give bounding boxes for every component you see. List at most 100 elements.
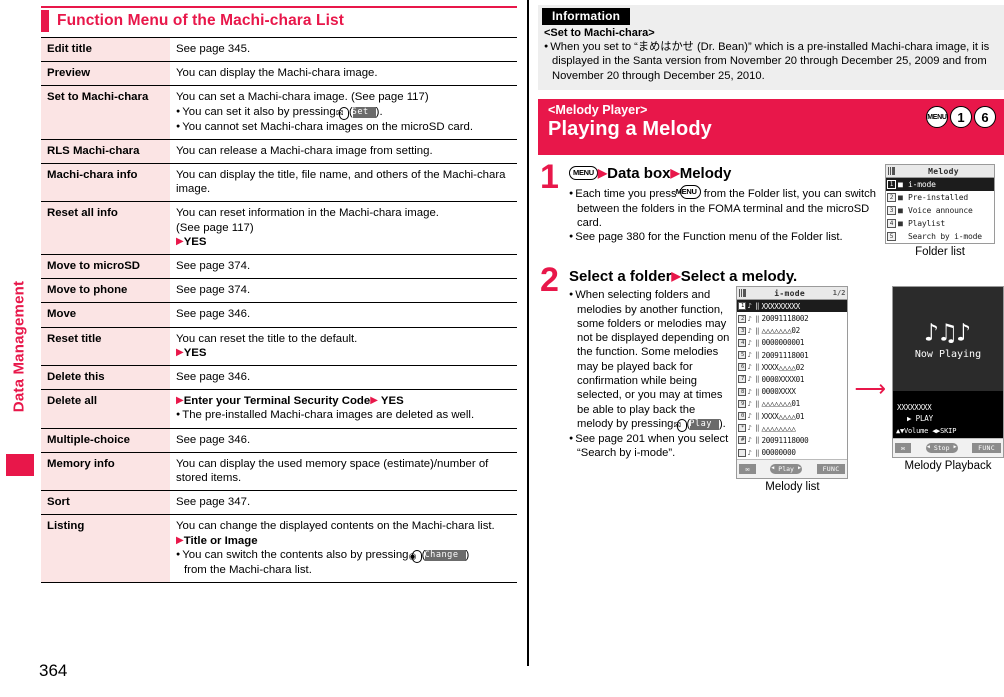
- melody-icon: ♪ ‖: [747, 314, 760, 323]
- item-index: 3: [887, 206, 896, 216]
- function-description-cell: You can release a Machi-chara image from…: [170, 138, 517, 164]
- description-text: See page 345.: [176, 43, 251, 55]
- melody-list-item[interactable]: 4 ♪ ‖ 0000000001: [737, 337, 847, 349]
- topic-banner: <Melody Player> Playing a Melody MENU 1 …: [538, 99, 1004, 156]
- stop-softkey[interactable]: Stop: [925, 443, 958, 454]
- function-name-cell: Delete all: [41, 389, 170, 429]
- description-step: ▶Title or Image: [176, 534, 511, 548]
- softkey-chip: Set: [352, 106, 376, 118]
- table-row: Edit title See page 345.: [41, 36, 517, 62]
- table-row: Reset all info You can reset information …: [41, 201, 517, 255]
- melody-list-item[interactable]: 1 ♪ ‖ XXXXXXXXX: [737, 300, 848, 313]
- melody-list-item[interactable]: 2 ♪ ‖ 20091118002: [737, 312, 847, 324]
- description-text: You can reset the title to the default.: [176, 332, 358, 345]
- menu-key-inline-icon: MENU: [569, 166, 598, 181]
- menu-key-icon: MENU: [926, 106, 948, 129]
- melody-icon: ♪ ‖: [747, 424, 760, 433]
- section-header: Function Menu of the Machi-chara List: [41, 6, 517, 33]
- side-tab-label: Data Management: [10, 280, 28, 413]
- item-index: 7: [738, 375, 747, 384]
- play-softkey[interactable]: Play: [770, 463, 802, 474]
- melody-item-label: 20091118000: [761, 435, 809, 445]
- step-2-number: 2: [540, 261, 559, 300]
- folder-item-label: Search by i-mode: [908, 232, 982, 242]
- folder-list-item[interactable]: 4 ■ Playlist: [886, 217, 994, 230]
- arrow-icon: ▶: [671, 269, 681, 284]
- signal-icon: [739, 289, 747, 298]
- func-softkey[interactable]: FUNC: [816, 463, 846, 474]
- melody-list-item[interactable]: ♪ ‖ 00000000: [737, 446, 847, 458]
- item-index: 0: [738, 412, 747, 420]
- description-bullet: You cannot set Machi-chara images on the…: [176, 120, 511, 134]
- function-name-cell: Delete this: [41, 365, 170, 390]
- mail-key-icon: ✉: [674, 418, 687, 432]
- melody-list-item[interactable]: 8 ♪ ‖ 0000XXXX: [737, 386, 847, 398]
- function-name-cell: Machi-chara info: [41, 163, 170, 202]
- melody-list-item[interactable]: # ♪ ‖ 20091118000: [737, 434, 847, 446]
- function-description-cell: See page 346.: [170, 427, 517, 453]
- melody-playback-screen: ♪♫♪ Now Playing XXXXXXXX ▶ PLAY ▲▼Volume…: [892, 286, 1004, 459]
- music-notes-icon: ♪♫♪: [923, 317, 973, 347]
- function-name-cell: Preview: [41, 61, 170, 86]
- playback-artwork: ♪♫♪ Now Playing: [893, 287, 1003, 392]
- table-row: Preview You can display the Machi-chara i…: [41, 61, 517, 86]
- step-2-bullet-1-text: When selecting folders and melodies by a…: [575, 289, 730, 430]
- step-2-figures: i-mode 1/2 1 ♪ ‖ XXXXXXXXX 2 ♪ ‖ 20091118002 3…: [736, 286, 1004, 493]
- func-softkey[interactable]: FUNC: [972, 443, 1001, 454]
- item-index: *: [738, 424, 747, 433]
- arrow-icon: ▶: [176, 534, 184, 546]
- step-2-bullet-1: When selecting folders and melodies by a…: [569, 288, 730, 432]
- folder-list-figure: Melody 1 ■ i-mode 2 ■ Pre-installed 3 ■ Voice an…: [885, 164, 995, 258]
- left-column: Function Menu of the Machi-chara List Ed…: [41, 6, 517, 584]
- mail-softkey[interactable]: ✉: [895, 443, 912, 454]
- arrow-icon: ▶: [176, 346, 184, 358]
- melody-list-item[interactable]: 7 ♪ ‖ 0000XXXX01: [737, 373, 847, 385]
- folder-item-label: i-mode: [908, 180, 936, 190]
- step-2-title-part-2: Select a melody.: [680, 268, 798, 286]
- function-name-cell: RLS Machi-chara: [41, 138, 170, 164]
- melody-list-item[interactable]: 5 ♪ ‖ 20091118001: [737, 349, 847, 361]
- melody-list-item[interactable]: 3 ♪ ‖ △△△△△△△02: [737, 325, 847, 337]
- description-step: ▶YES: [176, 235, 511, 249]
- melody-item-label: XXXXXXXXX: [761, 301, 800, 311]
- folder-list-item[interactable]: 5 Search by i-mode: [886, 230, 994, 243]
- table-row: RLS Machi-chara You can release a Machi-c…: [41, 138, 517, 164]
- play-softkey-chip: Play: [689, 418, 719, 430]
- description-text: You can display the title, file name, an…: [176, 169, 506, 196]
- melody-playback-figure: ♪♫♪ Now Playing XXXXXXXX ▶ PLAY ▲▼Volume…: [892, 286, 1004, 472]
- key-1-icon: 1: [950, 106, 972, 129]
- melody-icon: ♪ ‖: [747, 326, 760, 335]
- function-description-cell: You can reset information in the Machi-c…: [170, 201, 517, 255]
- melody-list-item[interactable]: 6 ♪ ‖ XXXX△△△△02: [737, 361, 847, 373]
- step-1-bullet-1: Each time you press MENU from the Folder…: [569, 185, 879, 230]
- melody-list-screen: i-mode 1/2 1 ♪ ‖ XXXXXXXXX 2 ♪ ‖ 20091118002 3…: [736, 286, 849, 479]
- melody-list-item[interactable]: 0 ♪ ‖ XXXX△△△△01: [737, 410, 847, 422]
- melody-item-label: 20091118001: [761, 350, 809, 360]
- melody-icon: ♪ ‖: [747, 338, 760, 347]
- folder-list-item[interactable]: 2 ■ Pre-installed: [886, 191, 994, 204]
- page-number: 364: [39, 661, 68, 680]
- folder-item-label: Pre-installed: [908, 193, 969, 203]
- melody-icon: ♪ ‖: [747, 448, 760, 457]
- melody-list-softkeys: ✉ Play FUNC: [737, 458, 848, 478]
- mail-key-icon: ✉: [336, 106, 349, 120]
- item-index: 6: [738, 363, 747, 372]
- mail-softkey[interactable]: ✉: [739, 463, 756, 474]
- description-bullet: You can set it also by pressing ✉(Set).: [176, 105, 511, 120]
- function-name-cell: Move: [41, 302, 170, 328]
- arrow-icon: ▶: [670, 166, 680, 181]
- step-1-title-part-2: Melody: [679, 165, 732, 183]
- folder-list-caption: Folder list: [915, 246, 965, 259]
- information-subtitle: <Set to Machi-chara>: [544, 27, 655, 39]
- folder-list-item[interactable]: 3 ■ Voice announce: [886, 204, 994, 217]
- melody-icon: ♪ ‖: [747, 436, 760, 445]
- melody-icon: ♪ ‖: [747, 412, 760, 420]
- description-step-label: YES: [183, 235, 207, 248]
- folder-list-item[interactable]: 1 ■ i-mode: [886, 178, 994, 192]
- function-name-cell: Reset title: [41, 326, 170, 366]
- melody-list-item[interactable]: 9 ♪ ‖ △△△△△△△01: [737, 398, 847, 410]
- folder-icon: ■: [898, 193, 903, 203]
- description-step-label: Enter your Terminal Security Code: [183, 395, 371, 408]
- melody-list-item[interactable]: * ♪ ‖ △△△△△△△△: [737, 422, 847, 434]
- item-index: 1: [738, 302, 747, 311]
